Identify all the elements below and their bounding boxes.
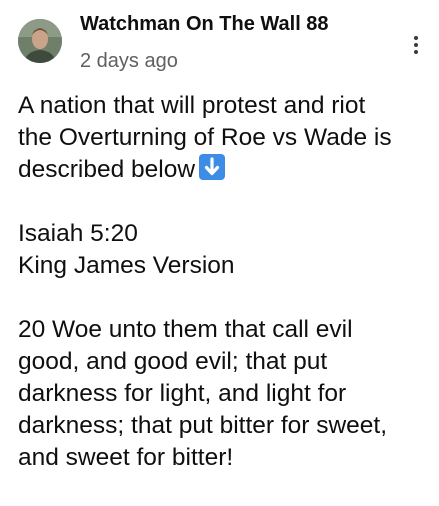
- verse-line: darkness; that put bitter for sweet,: [18, 412, 388, 439]
- verse-line: good, and good evil; that put: [18, 348, 328, 375]
- post-text-line: A nation that will protest and riot: [18, 92, 366, 119]
- author-name[interactable]: Watchman On The Wall 88: [80, 13, 329, 36]
- community-post: Watchman On The Wall 88 2 days ago A nat…: [0, 0, 439, 500]
- post-text-line: described below: [18, 154, 434, 186]
- avatar-image: [18, 19, 62, 63]
- verse-text: 20 Woe unto them that call evil good, an…: [18, 314, 434, 474]
- post-text-line: the Overturning of Roe vs Wade is: [18, 124, 392, 151]
- bible-version: King James Version: [18, 252, 235, 279]
- post-intro: A nation that will protest and riot the …: [18, 90, 434, 186]
- verse-citation: Isaiah 5:20: [18, 220, 138, 247]
- verse-line: and sweet for bitter!: [18, 444, 234, 471]
- down-arrow-emoji-icon: [199, 154, 226, 180]
- more-vertical-icon[interactable]: [406, 34, 426, 56]
- post-timestamp[interactable]: 2 days ago: [80, 50, 178, 73]
- verse-line: 20 Woe unto them that call evil: [18, 316, 353, 343]
- verse-line: darkness for light, and light for: [18, 380, 347, 407]
- author-avatar[interactable]: [18, 19, 62, 63]
- post-text-segment: described below: [18, 156, 196, 183]
- post-body: A nation that will protest and riot the …: [18, 90, 434, 506]
- verse-reference: Isaiah 5:20 King James Version: [18, 218, 434, 282]
